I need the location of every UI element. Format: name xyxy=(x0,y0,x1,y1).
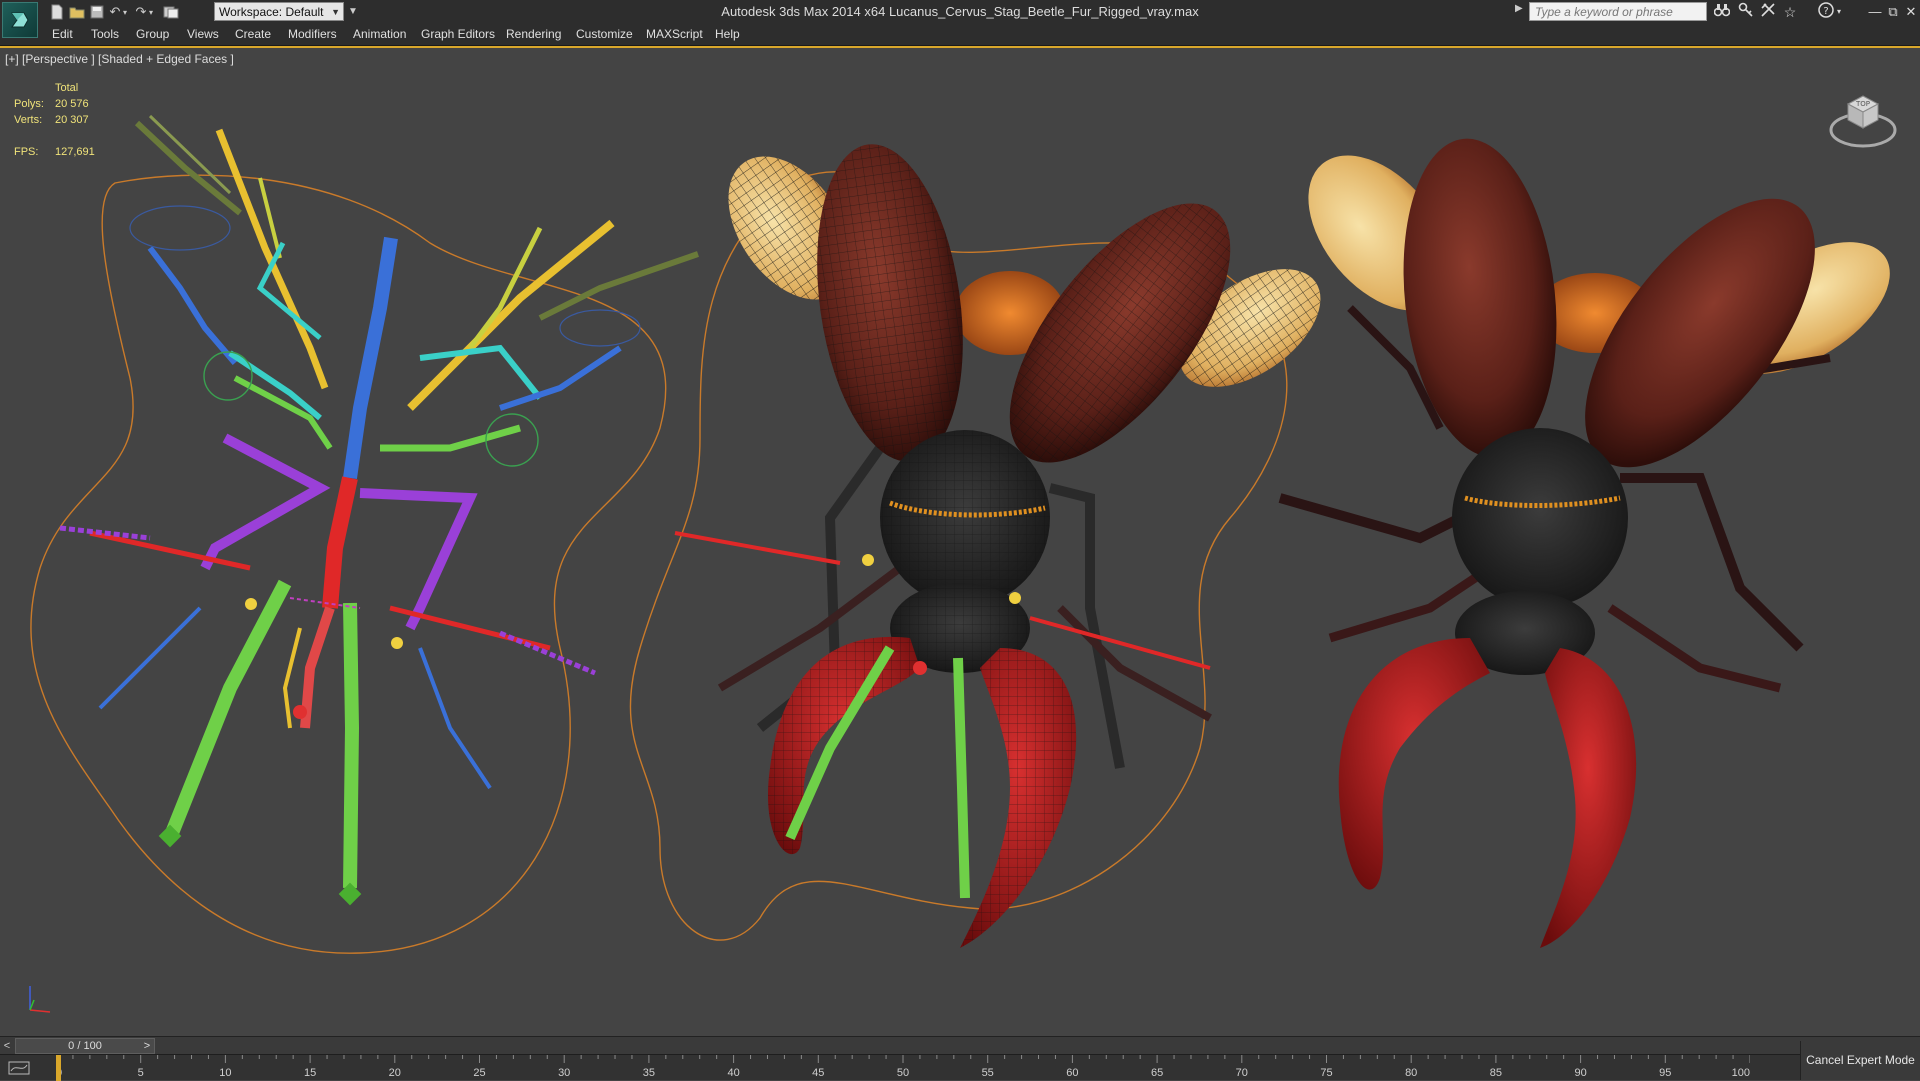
title-bar: ↶ ▾ ↷ ▾ Workspace: Default ▼ ▼ Autodesk … xyxy=(0,0,1920,38)
track-tick-label: 30 xyxy=(558,1067,570,1079)
communication-icon[interactable] xyxy=(1758,2,1778,22)
menu-animation[interactable]: Animation xyxy=(353,27,406,41)
menu-group[interactable]: Group xyxy=(136,27,169,41)
perspective-viewport[interactable]: [+] [Perspective ] [Shaded + Edged Faces… xyxy=(0,46,1920,1036)
track-tick-label: 75 xyxy=(1320,1067,1332,1079)
menu-tools[interactable]: Tools xyxy=(91,27,119,41)
open-file-icon[interactable] xyxy=(68,3,86,21)
menu-maxscript[interactable]: MAXScript xyxy=(646,27,703,41)
track-tick-label: 20 xyxy=(389,1067,401,1079)
current-frame-marker[interactable] xyxy=(56,1055,61,1081)
track-ruler[interactable]: 0510152025303540455055606570758085909510… xyxy=(56,1055,1750,1081)
new-file-icon[interactable] xyxy=(48,3,66,21)
cancel-expert-mode-button[interactable]: Cancel Expert Mode xyxy=(1800,1041,1920,1080)
menu-bar: Edit Tools Group Views Create Modifiers … xyxy=(0,24,1920,46)
track-tick-label: 95 xyxy=(1659,1067,1671,1079)
menu-modifiers[interactable]: Modifiers xyxy=(288,27,337,41)
menu-views[interactable]: Views xyxy=(187,27,219,41)
search-input[interactable]: Type a keyword or phrase xyxy=(1529,2,1707,21)
track-tick-label: 40 xyxy=(727,1067,739,1079)
time-slider-prev[interactable]: < xyxy=(0,1037,14,1055)
viewcube-face-label: TOP xyxy=(1855,100,1870,108)
binoculars-icon[interactable] xyxy=(1712,2,1732,22)
project-folder-icon[interactable] xyxy=(162,3,180,21)
favorites-star-icon[interactable]: ☆ xyxy=(1780,2,1800,22)
mini-curve-editor-icon[interactable] xyxy=(8,1059,30,1077)
track-tick-label: 85 xyxy=(1490,1067,1502,1079)
beetle-mesh-wireframe[interactable] xyxy=(629,134,1341,948)
menu-help[interactable]: Help xyxy=(715,27,740,41)
help-icon[interactable]: ? xyxy=(1816,2,1836,22)
workspace-dropdown[interactable]: Workspace: Default ▼ xyxy=(214,2,344,21)
track-tick-label: 5 xyxy=(138,1067,144,1079)
menu-customize[interactable]: Customize xyxy=(576,27,633,41)
axis-tripod-icon xyxy=(29,986,51,1013)
time-slider-next[interactable]: > xyxy=(140,1037,154,1055)
close-button[interactable]: ✕ xyxy=(1900,0,1920,24)
menu-graph-editors[interactable]: Graph Editors xyxy=(421,27,495,41)
track-bar[interactable]: 0510152025303540455055606570758085909510… xyxy=(0,1054,1920,1081)
track-tick-label: 80 xyxy=(1405,1067,1417,1079)
undo-dropdown-icon[interactable]: ▾ xyxy=(120,3,130,21)
track-tick-label: 15 xyxy=(304,1067,316,1079)
menu-rendering[interactable]: Rendering xyxy=(506,27,561,41)
track-tick-label: 60 xyxy=(1066,1067,1078,1079)
workspace-label: Workspace: Default xyxy=(219,5,324,19)
scene-render[interactable] xyxy=(0,48,1920,1036)
help-dropdown-icon[interactable]: ▾ xyxy=(1834,2,1844,22)
time-slider[interactable]: < 0 / 100 > xyxy=(0,1036,1920,1054)
track-tick-label: 35 xyxy=(643,1067,655,1079)
track-tick-label: 65 xyxy=(1151,1067,1163,1079)
menu-edit[interactable]: Edit xyxy=(52,27,73,41)
track-tick-label: 25 xyxy=(473,1067,485,1079)
track-tick-label: 50 xyxy=(897,1067,909,1079)
track-tick-label: 70 xyxy=(1236,1067,1248,1079)
search-expand-icon[interactable]: ▶ xyxy=(1515,3,1523,14)
save-icon[interactable] xyxy=(88,3,106,21)
chevron-down-icon: ▼ xyxy=(331,7,340,17)
track-tick-label: 90 xyxy=(1574,1067,1586,1079)
beetle-shaded-model[interactable] xyxy=(1278,129,1912,948)
track-tick-label: 10 xyxy=(219,1067,231,1079)
redo-dropdown-icon[interactable]: ▾ xyxy=(146,3,156,21)
beetle-rig-bones[interactable] xyxy=(30,114,699,954)
time-slider-thumb[interactable]: 0 / 100 xyxy=(15,1038,155,1054)
track-tick-label: 55 xyxy=(982,1067,994,1079)
track-tick-label: 100 xyxy=(1732,1067,1750,1079)
svg-text:?: ? xyxy=(1823,6,1828,17)
track-tick-label: 45 xyxy=(812,1067,824,1079)
3dsmax-logo-icon xyxy=(11,12,29,28)
application-menu-button[interactable] xyxy=(2,2,38,38)
subscription-key-icon[interactable] xyxy=(1736,2,1756,22)
customize-quick-access-icon[interactable]: ▼ xyxy=(346,2,360,21)
viewcube[interactable]: TOP xyxy=(1828,82,1898,152)
menu-create[interactable]: Create xyxy=(235,27,271,41)
